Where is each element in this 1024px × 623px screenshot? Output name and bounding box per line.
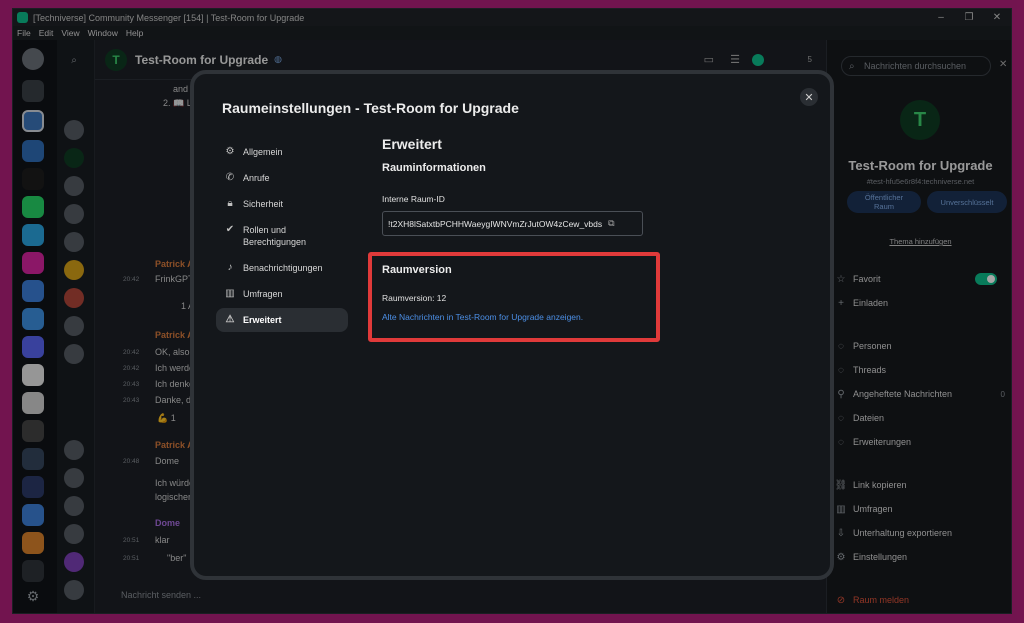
tab-calls[interactable]: ✆ Anrufe	[216, 166, 348, 190]
section-title: Erweitert	[382, 136, 442, 152]
tab-label: Erweitert	[243, 315, 282, 325]
tab-label: Anrufe	[243, 173, 270, 183]
tab-general[interactable]: ⚙ Allgemein	[216, 140, 348, 164]
shield-icon: ✔	[225, 224, 235, 235]
tab-label: Umfragen	[243, 289, 283, 299]
room-version-heading: Raumversion	[382, 264, 452, 276]
room-settings-dialog: Raumeinstellungen - Test-Room for Upgrad…	[190, 70, 834, 580]
bell-icon: ♪	[227, 262, 233, 273]
room-version-text: Raumversion: 12	[382, 293, 447, 303]
tab-roles[interactable]: ✔ Rollen und Berechtigungen	[216, 218, 348, 254]
tab-label: Sicherheit	[243, 199, 284, 209]
tab-label: Rollen und Berechtigungen	[243, 225, 307, 247]
settings-content: Erweitert Rauminformationen Interne Raum…	[382, 136, 802, 236]
warning-icon: ⚠	[225, 314, 235, 325]
room-info-heading: Rauminformationen	[382, 162, 486, 174]
dialog-title: Raumeinstellungen - Test-Room for Upgrad…	[222, 100, 519, 116]
lock-icon: 🔒︎	[227, 198, 233, 209]
tab-security[interactable]: 🔒︎ Sicherheit	[216, 192, 348, 216]
phone-icon: ✆	[225, 172, 235, 183]
copy-icon[interactable]: ⧉	[608, 218, 614, 229]
internal-id-label: Interne Raum-ID	[382, 194, 445, 204]
tab-label: Benachrichtigungen	[243, 263, 323, 273]
tab-label: Allgemein	[243, 147, 283, 157]
internal-room-id-value: !t2XH8lSatxtbPCHHWaeygIWNVmZrJutOW4zCew_…	[388, 218, 603, 229]
tab-polls[interactable]: ▥ Umfragen	[216, 282, 348, 306]
chart-icon: ▥	[225, 288, 235, 299]
tab-notifications[interactable]: ♪ Benachrichtigungen	[216, 256, 348, 280]
internal-room-id-field[interactable]: !t2XH8lSatxtbPCHHWaeygIWNVmZrJutOW4zCew_…	[382, 211, 643, 236]
tab-advanced[interactable]: ⚠ Erweitert	[216, 308, 348, 332]
settings-tabs: ⚙ Allgemein ✆ Anrufe 🔒︎ Sicherheit ✔ Rol…	[216, 140, 348, 334]
close-icon[interactable]: ✕	[800, 88, 818, 106]
gear-icon: ⚙	[225, 146, 235, 157]
old-messages-link[interactable]: Alte Nachrichten in Test-Room for Upgrad…	[382, 312, 583, 322]
